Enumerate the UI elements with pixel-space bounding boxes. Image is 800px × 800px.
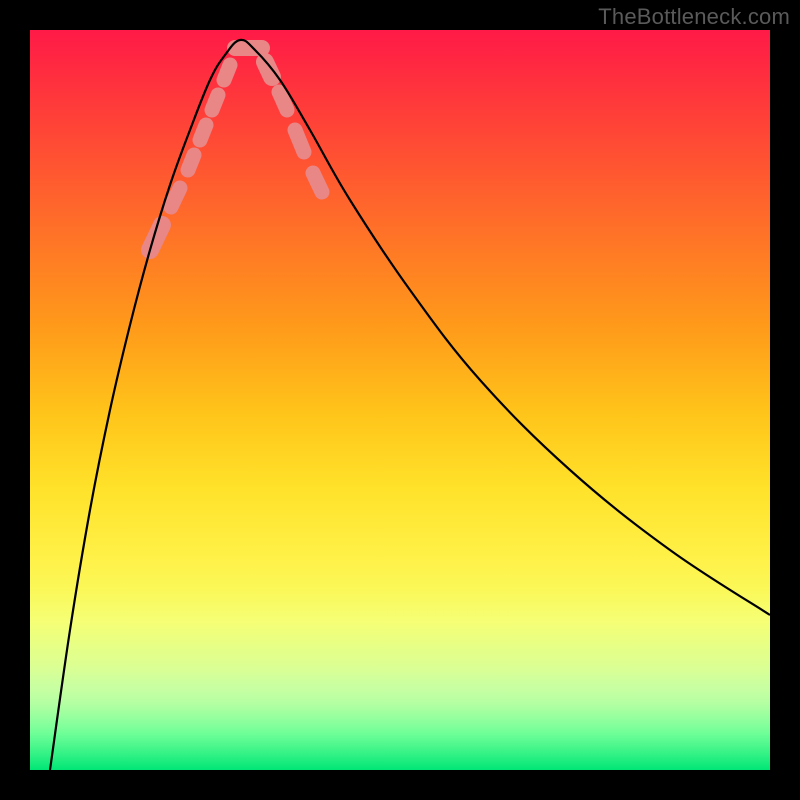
marker-segment [200,125,206,140]
marker-segment [212,95,218,110]
bottleneck-curve [50,40,770,770]
watermark-text: TheBottleneck.com [598,4,790,30]
marker-dot [206,124,213,131]
marker-dot [322,191,329,198]
plot-area [30,30,770,770]
marker-segment [313,173,322,192]
chart-frame: TheBottleneck.com [0,0,800,800]
marker-segment [295,130,304,152]
marker-segment [171,188,180,207]
marker-layer [150,48,329,250]
marker-segment [224,65,230,80]
curve-svg [30,30,770,770]
marker-segment [188,155,194,170]
marker-segment [279,92,287,110]
